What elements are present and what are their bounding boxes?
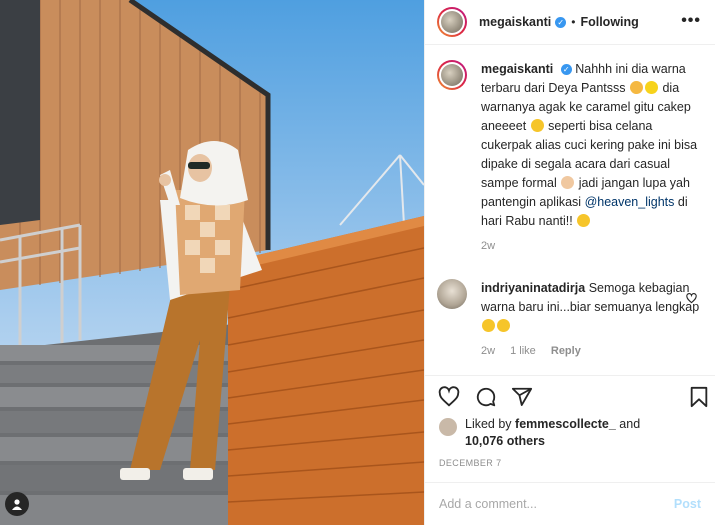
avatar[interactable] (437, 7, 467, 37)
comment-time[interactable]: 2w (481, 345, 495, 357)
comment-input[interactable]: Add a comment... (439, 497, 674, 511)
following-button[interactable]: Following (580, 15, 638, 29)
likes-summary: Liked by femmescollecte_ and 10,076 othe… (439, 416, 703, 450)
caption-avatar[interactable] (437, 60, 467, 90)
user-tag-icon[interactable] (5, 492, 29, 516)
likes-count[interactable]: 10,076 others (465, 434, 545, 448)
add-comment-bar: Add a comment... Post (425, 482, 715, 525)
bookmark-icon[interactable] (688, 386, 710, 408)
comment-icon[interactable] (475, 386, 497, 408)
comments-list[interactable]: megaiskanti ✓ Nahhh ini dia warna terbar… (425, 60, 715, 380)
post-panel: megaiskanti ✓ • Following ••• megaiskant… (424, 0, 715, 525)
caption-time[interactable]: 2w (481, 240, 495, 252)
header-username[interactable]: megaiskanti (479, 15, 551, 29)
verified-icon: ✓ (560, 64, 572, 75)
emoji-icon (630, 81, 643, 94)
separator-dot: • (571, 15, 576, 29)
smile-emoji-icon (577, 214, 591, 227)
verified-icon: ✓ (555, 16, 567, 28)
photo-illustration (0, 0, 424, 525)
caption-comment: megaiskanti ✓ Nahhh ini dia warna terbar… (437, 60, 703, 256)
caption-body: megaiskanti ✓ Nahhh ini dia warna terbar… (481, 60, 701, 256)
heart-emoji-icon (645, 81, 658, 94)
comment-username[interactable]: indriyaninatadirja (481, 281, 585, 295)
post-button[interactable]: Post (674, 497, 701, 511)
comment-likes[interactable]: 1 like (510, 345, 536, 357)
caption-username[interactable]: megaiskanti (481, 62, 553, 76)
likes-and: and (619, 417, 641, 431)
blush-emoji-icon (497, 319, 510, 332)
mention-link[interactable]: @heaven_lights (585, 195, 675, 209)
post-header: megaiskanti ✓ • Following ••• (425, 0, 715, 45)
heart-icon[interactable] (438, 386, 460, 408)
reply-button[interactable]: Reply (551, 345, 581, 357)
more-options-icon[interactable]: ••• (681, 12, 701, 30)
post-photo[interactable] (0, 0, 424, 525)
comment-body: indriyaninatadirja Semoga kebagian warna… (481, 279, 701, 361)
liker-avatar[interactable] (439, 418, 457, 436)
small-heart-icon[interactable] (686, 293, 697, 304)
hand-emoji-icon (561, 176, 575, 189)
post-date[interactable]: DECEMBER 7 (439, 458, 502, 468)
share-icon[interactable] (511, 386, 533, 408)
comment-row: indriyaninatadirja Semoga kebagian warna… (437, 279, 703, 361)
sparkle-emoji-icon (530, 119, 544, 132)
action-bar (425, 375, 715, 416)
grin-emoji-icon (482, 319, 495, 332)
liker-username[interactable]: femmescollecte_ (515, 417, 616, 431)
commenter-avatar[interactable] (437, 279, 467, 309)
liked-by-prefix: Liked by (465, 417, 512, 431)
